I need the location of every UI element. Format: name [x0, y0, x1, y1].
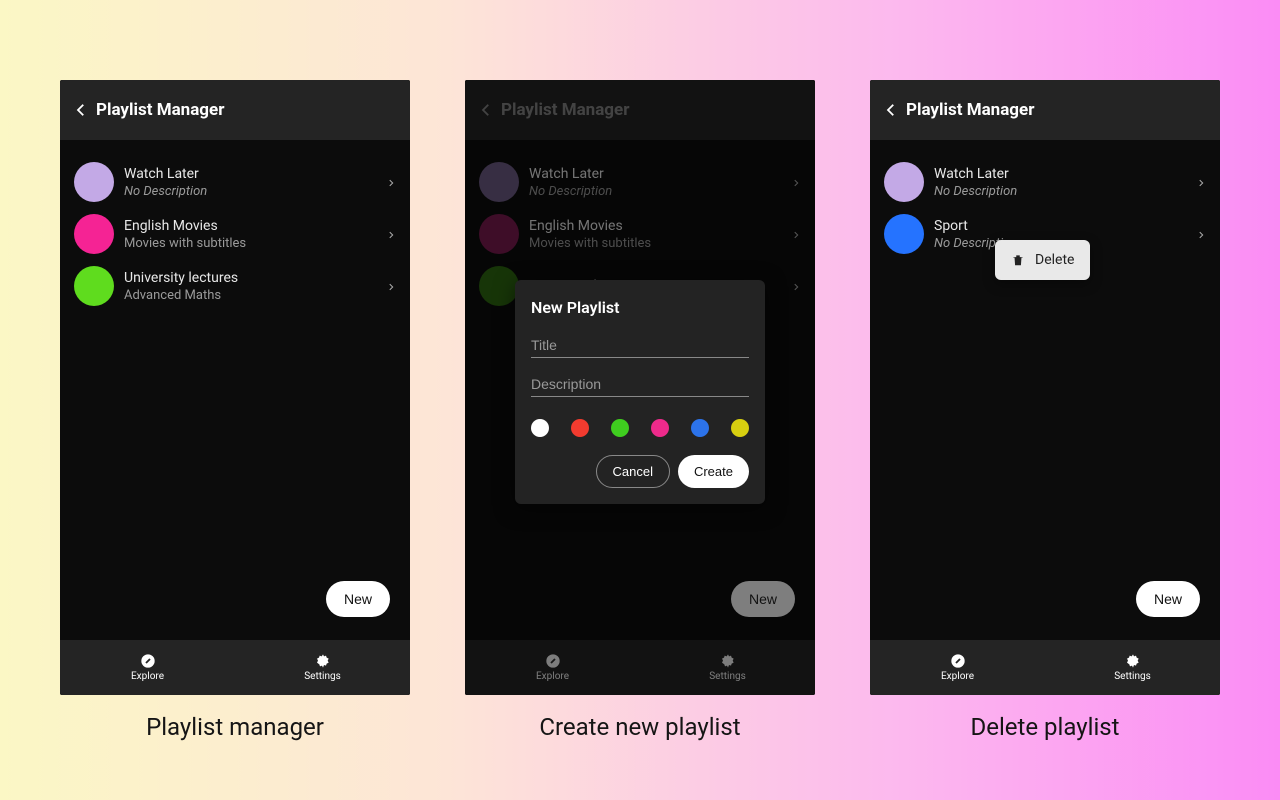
playlist-row[interactable]: Watch LaterNo Description [70, 156, 400, 208]
bottombar: Explore Settings [870, 640, 1220, 695]
chevron-right-icon [386, 225, 396, 244]
playlist-description: No Description [934, 184, 1017, 199]
color-swatch[interactable] [531, 419, 549, 437]
playlist-title: Watch Later [934, 165, 1017, 183]
playlist-title: Sport [934, 217, 1017, 235]
tab-label: Explore [536, 671, 569, 682]
color-swatch[interactable] [571, 419, 589, 437]
chevron-left-icon [882, 101, 900, 119]
playlist-color-dot [74, 162, 114, 202]
cancel-button[interactable]: Cancel [596, 455, 670, 488]
tab-label: Explore [131, 671, 164, 682]
playlist-description: Advanced Maths [124, 288, 238, 303]
tab-settings[interactable]: Settings [235, 640, 410, 695]
new-playlist-button[interactable]: New [326, 581, 390, 617]
chevron-right-icon [386, 173, 396, 192]
playlist-title: English Movies [124, 217, 246, 235]
compass-icon [545, 653, 561, 669]
topbar: Playlist Manager [60, 80, 410, 140]
screen-caption: Playlist manager [146, 713, 324, 741]
color-swatch[interactable] [691, 419, 709, 437]
screen-create-playlist: Playlist Manager Watch LaterNo Descripti… [465, 80, 815, 695]
tab-explore[interactable]: Explore [60, 640, 235, 695]
tab-explore[interactable]: Explore [870, 640, 1045, 695]
screen-caption: Delete playlist [970, 713, 1119, 741]
gear-icon [720, 653, 736, 669]
context-menu-delete[interactable]: Delete [995, 240, 1090, 280]
playlist-row[interactable]: Watch LaterNo Description [880, 156, 1210, 208]
playlist-list: Watch LaterNo Description Sport No Descrip… [870, 140, 1220, 640]
back-button[interactable] [882, 101, 900, 119]
tab-settings[interactable]: Settings [1045, 640, 1220, 695]
screen-playlist-manager: Playlist Manager Watch LaterNo Descripti… [60, 80, 410, 695]
new-playlist-button[interactable]: New [1136, 581, 1200, 617]
playlist-color-dot [74, 214, 114, 254]
playlist-color-dot [74, 266, 114, 306]
tab-label: Settings [709, 671, 746, 682]
playlist-row[interactable]: English MoviesMovies with subtitles [70, 208, 400, 260]
chevron-left-icon [72, 101, 90, 119]
playlist-description-input[interactable] [531, 372, 749, 397]
playlist-color-dot [884, 214, 924, 254]
screen-caption: Create new playlist [539, 713, 740, 741]
playlist-title-input[interactable] [531, 333, 749, 358]
gear-icon [1125, 653, 1141, 669]
compass-icon [950, 653, 966, 669]
chevron-right-icon [1196, 225, 1206, 244]
chevron-right-icon [386, 277, 396, 296]
tab-label: Settings [304, 671, 341, 682]
color-swatch[interactable] [731, 419, 749, 437]
bottombar: Explore Settings [60, 640, 410, 695]
playlist-row[interactable]: University lecturesAdvanced Maths [70, 260, 400, 312]
color-swatch[interactable] [651, 419, 669, 437]
playlist-description: No Description [124, 184, 207, 199]
new-playlist-dialog: New Playlist Cancel Create [515, 280, 765, 504]
context-menu-label: Delete [1035, 252, 1074, 268]
color-swatch[interactable] [611, 419, 629, 437]
new-playlist-button: New [731, 581, 795, 617]
gear-icon [315, 653, 331, 669]
tab-label: Explore [941, 671, 974, 682]
page-title: Playlist Manager [906, 100, 1034, 120]
trash-icon [1011, 253, 1025, 267]
playlist-color-dot [884, 162, 924, 202]
create-button[interactable]: Create [678, 455, 749, 488]
chevron-right-icon [1196, 173, 1206, 192]
page-title: Playlist Manager [96, 100, 224, 120]
playlist-list: Watch LaterNo DescriptionEnglish MoviesM… [60, 140, 410, 640]
playlist-title: University lectures [124, 269, 238, 287]
compass-icon [140, 653, 156, 669]
dialog-title: New Playlist [531, 298, 749, 317]
topbar: Playlist Manager [870, 80, 1220, 140]
playlist-title: Watch Later [124, 165, 207, 183]
back-button[interactable] [72, 101, 90, 119]
screen-delete-playlist: Playlist Manager Watch LaterNo Descripti… [870, 80, 1220, 695]
tab-label: Settings [1114, 671, 1151, 682]
color-swatch-row [531, 419, 749, 437]
playlist-description: Movies with subtitles [124, 236, 246, 251]
